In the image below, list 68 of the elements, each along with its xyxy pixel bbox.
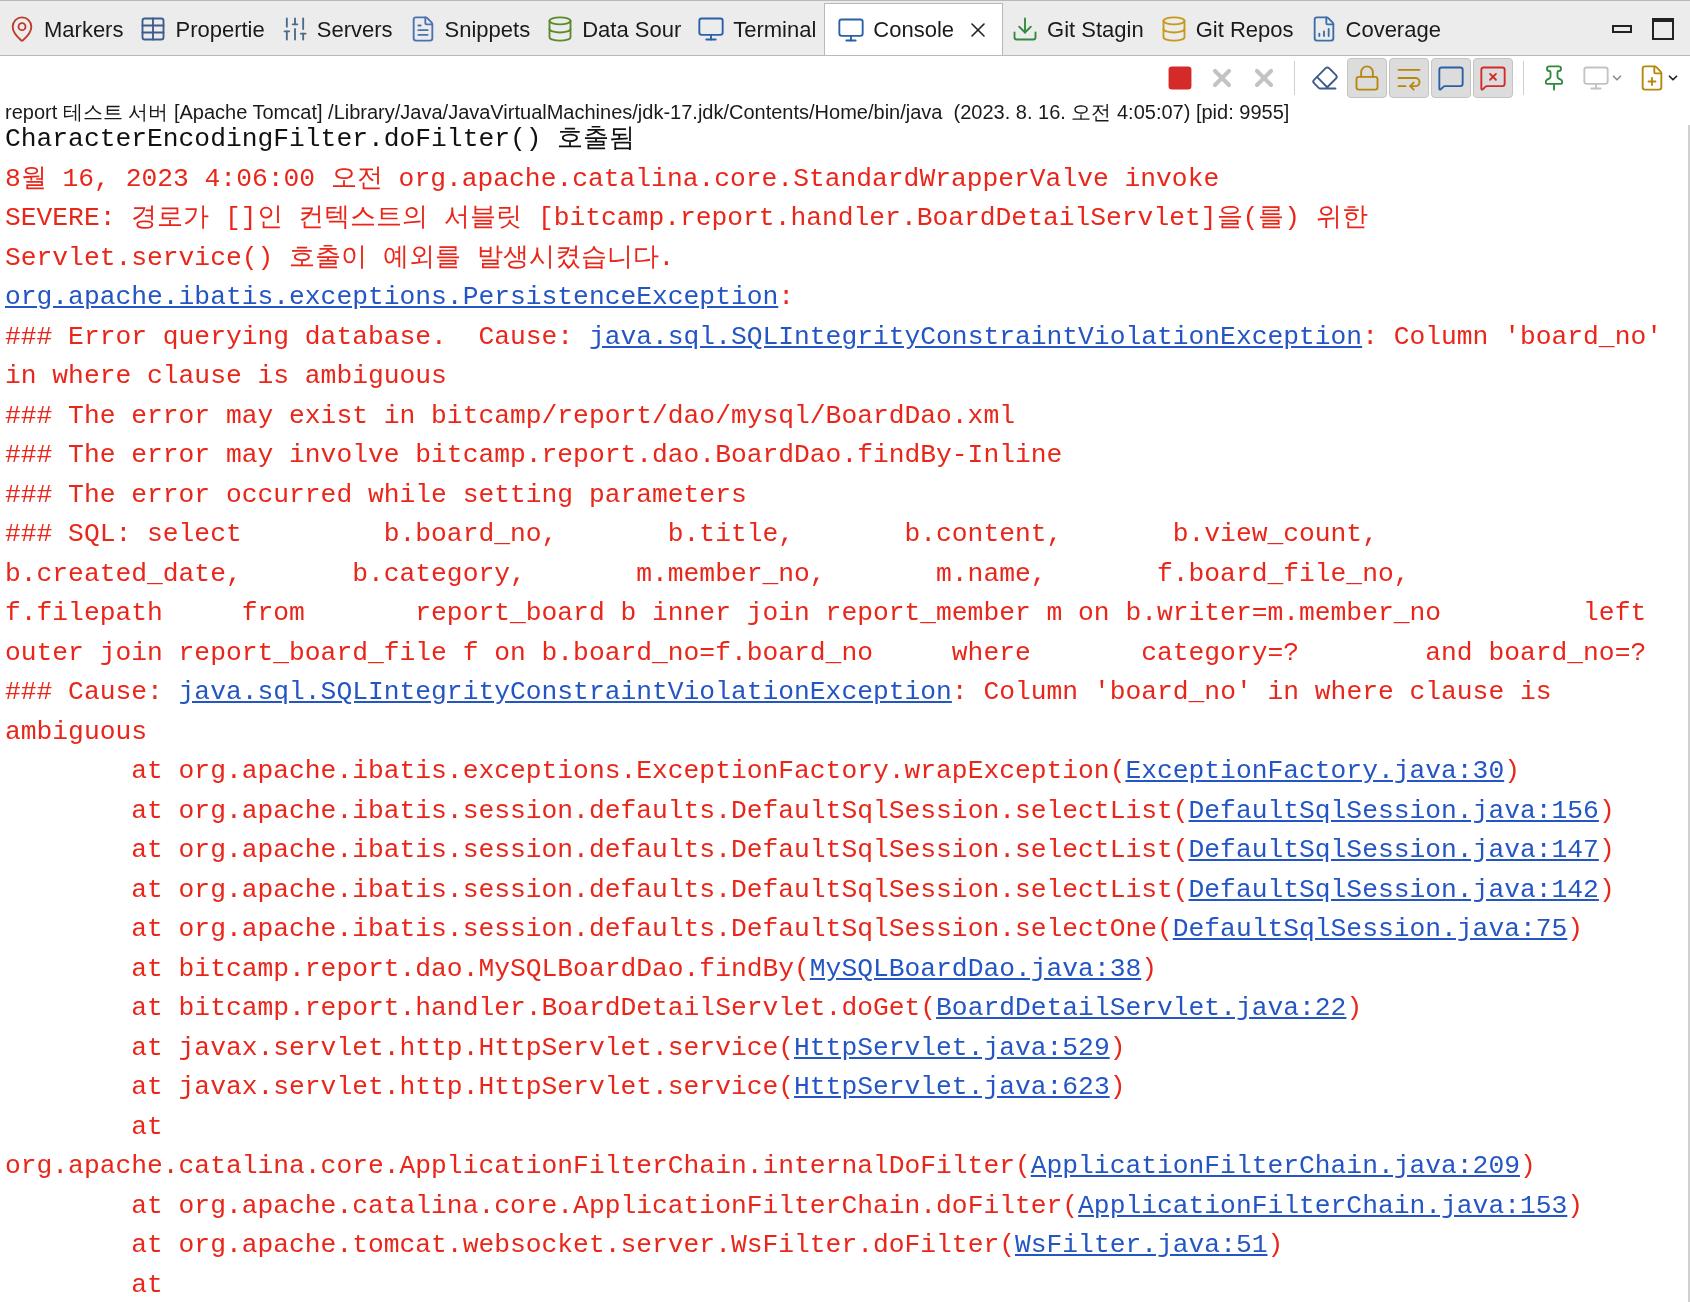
- view-tab[interactable]: Console: [824, 3, 1004, 55]
- message-icon: [1437, 64, 1465, 92]
- source-link[interactable]: ExceptionFactory.java:30: [1125, 756, 1505, 786]
- console-line: at org.apache.ibatis.session.defaults.DefaultSqlSession.selectList(DefaultSqlSession.java:156): [130, 794, 1616, 828]
- source-link[interactable]: DefaultSqlSession.java:75: [1172, 914, 1568, 944]
- word-wrap-button[interactable]: [1389, 58, 1429, 98]
- source-link[interactable]: DefaultSqlSession.java:147: [1188, 835, 1599, 865]
- show-error-button[interactable]: [1473, 58, 1513, 98]
- console-line: at javax.servlet.http.HttpServlet.service(HttpServlet.java:623): [130, 1071, 1127, 1104]
- console-line: at org.apache.ibatis.exceptions.ExceptionFactory.wrapException(ExceptionFactory.java:30): [130, 755, 1521, 788]
- minimize-icon[interactable]: [1612, 25, 1632, 33]
- console-line: at: [130, 1268, 164, 1302]
- process-label: report 테스트 서버 [Apache Tomcat] /Library/Java/JavaVirtualMachines/jdk-17.jdk/Contents/Home/bin/java (2023. 8. 16. 오전 4:05:07) [pid: 9955]: [5, 100, 1290, 125]
- console-line: 8월 16, 2023 4:06:00 오전 org.apache.catalina.core.StandardWrapperValve invoke: [4, 162, 1221, 196]
- console-line: b.created_date, b.category, m.member_no, m.name, f.board_file_no,: [4, 557, 1411, 591]
- lock-icon: [1353, 64, 1381, 92]
- message-error-icon: [1479, 64, 1507, 92]
- console-line: f.filepath from report_board b inner join report_member m on b.writer=m.member_no left: [4, 597, 1648, 630]
- source-link[interactable]: MySQLBoardDao.java:38: [809, 953, 1142, 984]
- source-link[interactable]: WsFilter.java:51: [1015, 1230, 1268, 1260]
- console-line: at org.apache.ibatis.session.defaults.DefaultSqlSession.selectList(DefaultSqlSession.java:142): [130, 873, 1616, 907]
- console-line: at bitcamp.report.dao.MySQLBoardDao.findBy(MySQLBoardDao.java:38): [130, 952, 1158, 986]
- console-line: at: [130, 1110, 164, 1144]
- source-link[interactable]: java.sql.SQLIntegrityConstraintViolationException: [178, 677, 952, 707]
- source-link[interactable]: org.apache.ibatis.exceptions.PersistenceException: [5, 282, 779, 312]
- source-link[interactable]: ApplicationFilterChain.java:209: [1030, 1151, 1520, 1181]
- eraser-icon: [1311, 64, 1339, 92]
- console-line: ### SQL: select b.board_no, b.title, b.content, b.view_count,: [4, 518, 1379, 551]
- source-link[interactable]: DefaultSqlSession.java:142: [1188, 874, 1599, 905]
- source-link[interactable]: BoardDetailServlet.java:22: [936, 993, 1347, 1023]
- stop-icon: [1166, 64, 1194, 92]
- console-line: org.apache.catalina.core.ApplicationFilterChain.internalDoFilter(ApplicationFilterChain.java:209): [4, 1150, 1537, 1183]
- console-line: at org.apache.catalina.core.ApplicationFilterChain.doFilter(ApplicationFilterChain.java:153): [130, 1189, 1585, 1223]
- maximize-icon[interactable]: [1652, 18, 1674, 40]
- source-link[interactable]: HttpServlet.java:623: [794, 1072, 1110, 1102]
- console-line: ### Cause: java.sql.SQLIntegrityConstraintViolationException: Column 'board_no' in where clause is: [4, 676, 1553, 709]
- console-line: at javax.servlet.http.HttpServlet.service(HttpServlet.java:529): [130, 1031, 1127, 1065]
- console-line: ### Error querying database. Cause: java.sql.SQLIntegrityConstraintViolationException: Column 'board_no': [4, 320, 1663, 354]
- source-link[interactable]: HttpServlet.java:529: [794, 1032, 1110, 1063]
- view-tab[interactable]: Coverage: [1301, 3, 1449, 55]
- console-line: in where clause is ambiguous: [4, 360, 448, 393]
- console-line: CharacterEncodingFilter.doFilter() 호출됨: [4, 125, 637, 156]
- view-tab[interactable]: Terminal: [689, 3, 825, 55]
- source-link[interactable]: ApplicationFilterChain.java:153: [1078, 1190, 1568, 1221]
- console-line: ### The error may exist in bitcamp/report/dao/mysql/BoardDao.xml: [4, 399, 1016, 433]
- view-tab[interactable]: Data Sour: [538, 3, 690, 55]
- source-link[interactable]: java.sql.SQLIntegrityConstraintViolationException: [588, 321, 1363, 352]
- console-line: at bitcamp.report.handler.BoardDetailServlet.doGet(BoardDetailServlet.java:22): [130, 992, 1364, 1025]
- console-line: ### The error may involve bitcamp.report.dao.BoardDao.findBy-Inline: [4, 439, 1064, 472]
- show-output-button[interactable]: [1431, 58, 1471, 98]
- view-tab[interactable]: Servers: [272, 3, 401, 55]
- console-line: org.apache.ibatis.exceptions.PersistenceException:: [4, 281, 796, 314]
- view-tab[interactable]: Propertie: [131, 3, 273, 55]
- view-tab[interactable]: Git Stagin: [1003, 3, 1152, 55]
- console-line: Servlet.service() 호출이 예외를 발생시켰습니다.: [4, 241, 676, 275]
- console-line: at org.apache.ibatis.session.defaults.DefaultSqlSession.selectList(DefaultSqlSession.java:147): [130, 834, 1616, 867]
- view-tab[interactable]: Snippets: [400, 3, 539, 55]
- console-line: ambiguous: [4, 715, 149, 749]
- console-line: at org.apache.ibatis.session.defaults.DefaultSqlSession.selectOne(DefaultSqlSession.java:75): [130, 913, 1585, 946]
- console-line: ### The error occurred while setting parameters: [4, 478, 748, 512]
- monitor-icon: [697, 15, 726, 43]
- console-line: at org.apache.tomcat.websocket.server.WsFilter.doFilter(WsFilter.java:51): [130, 1229, 1285, 1262]
- console-line: outer join report_board_file f on b.board_no=f.board_no where category=? and board_no=?: [4, 636, 1648, 670]
- view-tab[interactable]: Git Repos: [1151, 3, 1302, 55]
- source-link[interactable]: DefaultSqlSession.java:156: [1188, 795, 1599, 826]
- monitor-icon: [1582, 64, 1610, 92]
- console-line: SEVERE: 경로가 []인 컨텍스트의 서블릿 [bitcamp.report.handler.BoardDetailServlet]을(를) 위한: [4, 202, 1369, 235]
- view-tab[interactable]: Markers: [0, 3, 132, 55]
